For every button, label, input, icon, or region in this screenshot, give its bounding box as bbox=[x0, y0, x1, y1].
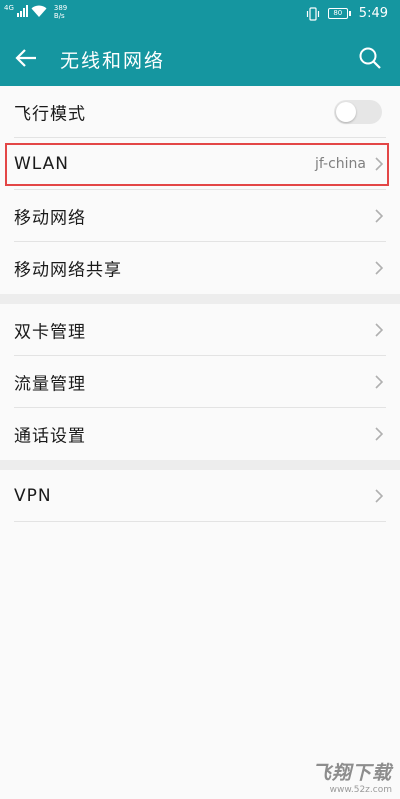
search-icon bbox=[359, 47, 381, 69]
airplane-mode-label: 飞行模式 bbox=[14, 104, 86, 125]
tethering-row[interactable]: 移动网络共享 bbox=[0, 242, 400, 294]
wifi-icon bbox=[31, 5, 47, 17]
vpn-label: VPN bbox=[14, 486, 52, 506]
chevron-right-icon bbox=[375, 427, 384, 441]
data-usage-row[interactable]: 流量管理 bbox=[0, 356, 400, 408]
speed-value: 389 bbox=[53, 4, 68, 12]
tethering-label: 移动网络共享 bbox=[14, 260, 122, 281]
chevron-right-icon bbox=[375, 375, 384, 389]
speed-unit: B/s bbox=[53, 12, 65, 20]
status-right: 80 5:49 bbox=[306, 6, 388, 21]
status-bar: 4G 389 B/s 80 5:49 bbox=[0, 0, 400, 30]
network-speed: 389 B/s bbox=[54, 4, 67, 20]
call-settings-label: 通话设置 bbox=[14, 426, 86, 447]
data-usage-label: 流量管理 bbox=[14, 374, 86, 395]
watermark-logo: 飞翔下载 bbox=[311, 762, 392, 784]
battery-icon: 80 bbox=[327, 8, 351, 19]
wlan-label: WLAN bbox=[14, 154, 70, 174]
arrow-left-icon bbox=[15, 49, 36, 67]
call-settings-row[interactable]: 通话设置 bbox=[0, 408, 400, 460]
watermark-url: www.52z.com bbox=[329, 785, 392, 795]
row-divider bbox=[14, 521, 386, 522]
chevron-right-icon bbox=[375, 157, 384, 171]
back-button[interactable] bbox=[8, 40, 44, 76]
chevron-right-icon bbox=[375, 323, 384, 337]
mobile-network-row[interactable]: 移动网络 bbox=[0, 190, 400, 242]
app-bar: 无线和网络 bbox=[0, 30, 400, 86]
dual-sim-label: 双卡管理 bbox=[14, 322, 86, 343]
airplane-mode-row[interactable]: 飞行模式 bbox=[0, 86, 400, 138]
search-button[interactable] bbox=[352, 40, 388, 76]
section-separator bbox=[0, 460, 400, 470]
network-type-label: 4G bbox=[4, 4, 14, 12]
chevron-right-icon bbox=[375, 209, 384, 223]
mobile-network-label: 移动网络 bbox=[14, 208, 86, 229]
vibrate-icon bbox=[306, 6, 319, 21]
airplane-mode-toggle[interactable] bbox=[334, 100, 382, 124]
dual-sim-row[interactable]: 双卡管理 bbox=[0, 304, 400, 356]
wlan-row[interactable]: WLAN jf-china bbox=[0, 138, 400, 190]
section-separator bbox=[0, 294, 400, 304]
status-left: 4G 389 B/s bbox=[4, 4, 67, 20]
signal-icon bbox=[16, 5, 28, 17]
watermark: 飞翔下载 www.52z.com bbox=[312, 758, 392, 795]
toggle-knob bbox=[336, 102, 356, 122]
wlan-network-name: jf-china bbox=[314, 156, 366, 172]
chevron-right-icon bbox=[375, 261, 384, 275]
vpn-row[interactable]: VPN bbox=[0, 470, 400, 522]
page-title: 无线和网络 bbox=[60, 50, 166, 72]
chevron-right-icon bbox=[375, 489, 384, 503]
battery-level: 80 bbox=[327, 8, 348, 19]
status-time: 5:49 bbox=[358, 6, 388, 21]
